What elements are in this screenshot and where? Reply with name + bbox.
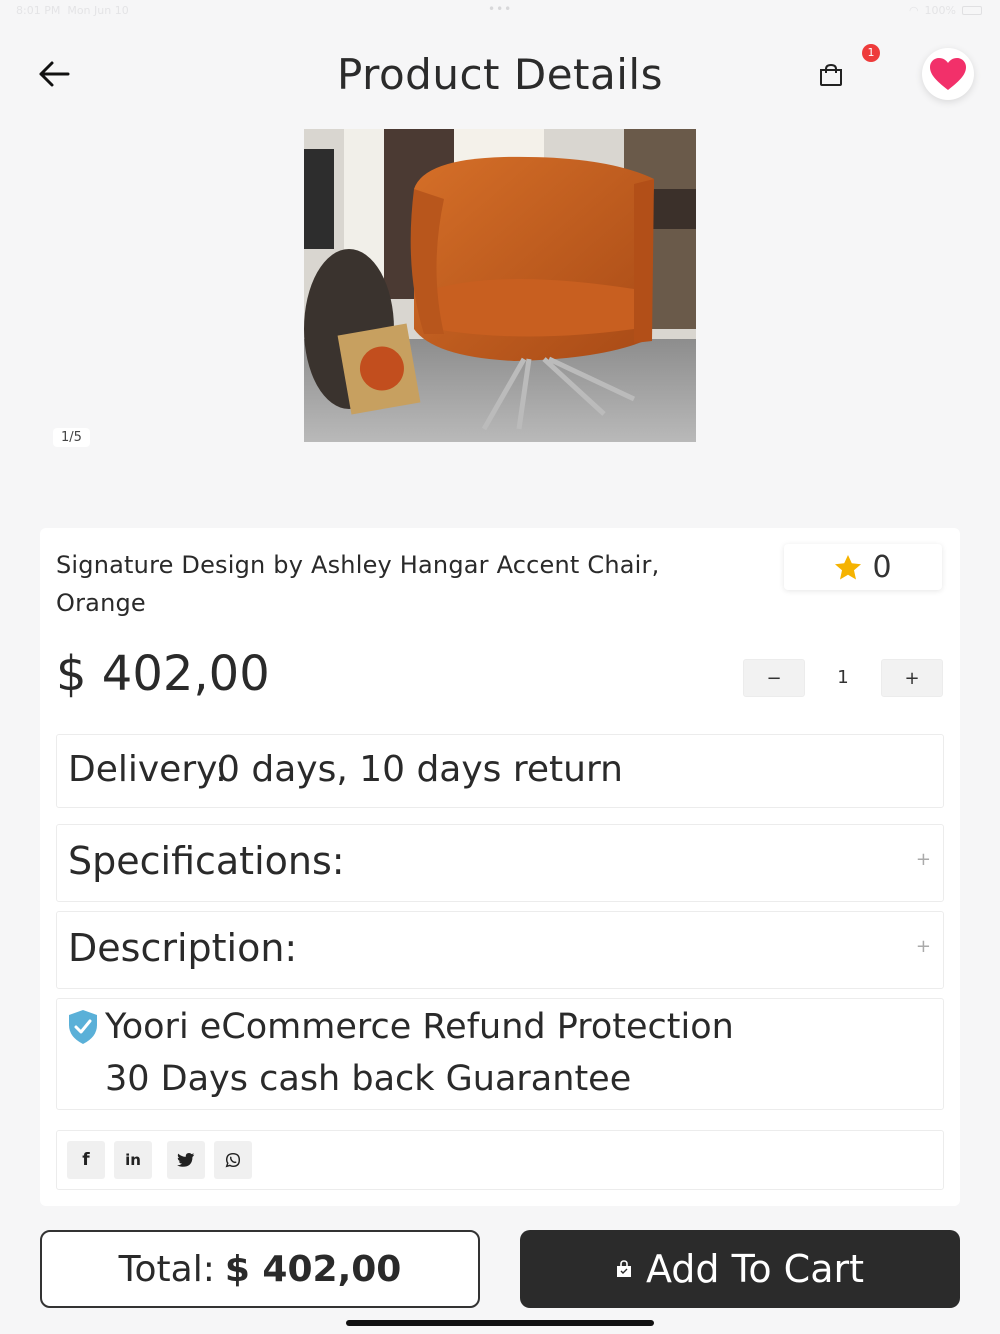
- linkedin-share-button[interactable]: in: [114, 1141, 152, 1179]
- total-value: $ 402,00: [224, 1248, 402, 1290]
- delivery-value: 0 days, 10 days return: [217, 749, 623, 790]
- product-card: Signature Design by Ashley Hangar Accent…: [40, 528, 960, 1206]
- wishlist-button[interactable]: [922, 48, 974, 100]
- chair-photo: [304, 129, 696, 442]
- heart-icon: [930, 58, 966, 90]
- battery-icon: [962, 6, 982, 15]
- shield-check-icon: [69, 1010, 97, 1044]
- battery-percent: 100%: [924, 4, 956, 17]
- status-time: 8:01 PM Mon Jun 10: [16, 4, 129, 17]
- product-name: Signature Design by Ashley Hangar Accent…: [56, 551, 660, 617]
- share-bar: f in: [56, 1130, 944, 1190]
- increase-quantity-button[interactable]: +: [881, 659, 943, 697]
- plus-icon[interactable]: +: [916, 936, 931, 957]
- refund-title: Yoori eCommerce Refund Protection: [105, 1007, 734, 1047]
- refund-protection: Yoori eCommerce Refund Protection 30 Day…: [56, 998, 944, 1110]
- add-to-cart-button[interactable]: Add To Cart: [520, 1230, 960, 1308]
- description-accordion[interactable]: Description: +: [56, 911, 944, 989]
- star-icon: [835, 554, 862, 579]
- facebook-icon: f: [82, 1150, 90, 1170]
- multitask-dots[interactable]: •••: [488, 2, 512, 16]
- status-bar: 8:01 PM Mon Jun 10 ••• ◠ 100%: [0, 0, 1000, 24]
- quantity-value[interactable]: 1: [805, 659, 881, 697]
- product-image[interactable]: [304, 129, 696, 442]
- quantity-stepper: − 1 +: [743, 659, 943, 697]
- status-right: ◠ 100%: [909, 4, 982, 17]
- specifications-accordion[interactable]: Specifications: +: [56, 824, 944, 902]
- twitter-icon: [177, 1152, 195, 1167]
- home-indicator[interactable]: [346, 1320, 654, 1326]
- delivery-label: Delivery:: [68, 749, 227, 790]
- rating-badge[interactable]: 0: [784, 544, 942, 590]
- shopping-bag-icon: [616, 1260, 631, 1277]
- add-to-cart-label: Add To Cart: [645, 1247, 865, 1291]
- wifi-icon: ◠: [908, 4, 919, 17]
- refund-guarantee: 30 Days cash back Guarantee: [105, 1059, 632, 1099]
- shopping-bag-icon: [820, 63, 842, 86]
- whatsapp-icon: [225, 1152, 241, 1168]
- total-label: Total:: [118, 1248, 215, 1290]
- image-counter: 1/5: [53, 428, 90, 447]
- description-title: Description:: [68, 926, 298, 970]
- rating-value: 0: [872, 549, 892, 585]
- linkedin-icon: in: [125, 1151, 141, 1169]
- specifications-title: Specifications:: [68, 839, 345, 883]
- whatsapp-share-button[interactable]: [214, 1141, 252, 1179]
- header: Product Details 1: [0, 40, 1000, 106]
- bottom-bar: Total: $ 402,00 Add To Cart: [0, 1206, 1000, 1334]
- total-display: Total: $ 402,00: [40, 1230, 480, 1308]
- plus-icon[interactable]: +: [916, 849, 931, 870]
- cart-count-badge: 1: [862, 44, 880, 62]
- decrease-quantity-button[interactable]: −: [743, 659, 805, 697]
- delivery-info: Delivery: 0 days, 10 days return: [56, 734, 944, 808]
- twitter-share-button[interactable]: [167, 1141, 205, 1179]
- facebook-share-button[interactable]: f: [67, 1141, 105, 1179]
- cart-button[interactable]: [814, 60, 848, 90]
- product-price: $ 402,00: [56, 646, 270, 702]
- page-title: Product Details: [337, 50, 663, 99]
